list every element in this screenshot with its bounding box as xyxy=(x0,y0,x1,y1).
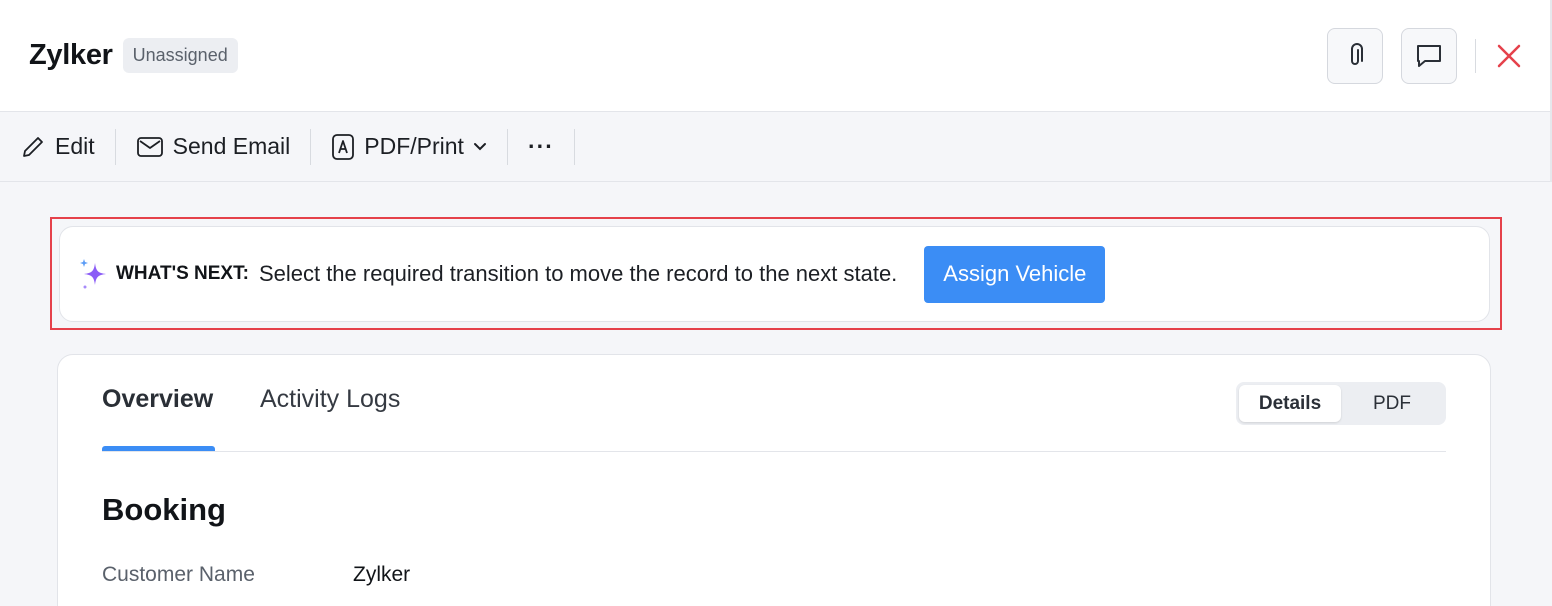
field-row: Customer Name Zylker xyxy=(102,563,410,587)
whats-next-message: Select the required transition to move t… xyxy=(258,261,898,286)
field-label: Customer Name xyxy=(102,563,255,586)
toolbar-separator xyxy=(114,128,116,165)
pdf-icon xyxy=(332,133,355,160)
sparkle-icon xyxy=(80,259,106,289)
comments-button[interactable] xyxy=(1401,27,1457,84)
pdf-print-label: PDF/Print xyxy=(364,133,464,159)
title-group: Zylker Unassigned xyxy=(29,38,238,73)
pdf-print-dropdown[interactable]: PDF/Print xyxy=(319,124,499,170)
comment-icon xyxy=(1417,44,1441,67)
tab-overview[interactable]: Overview xyxy=(102,385,213,414)
edit-label: Edit xyxy=(55,133,95,159)
pdf-toggle-button[interactable]: PDF xyxy=(1341,385,1443,422)
whats-next-banner: WHAT'S NEXT: Select the required transit… xyxy=(59,226,1490,322)
whats-next-label: WHAT'S NEXT: xyxy=(116,263,249,284)
toolbar-separator xyxy=(573,128,575,165)
section-title: Booking xyxy=(102,492,226,527)
toolbar-separator xyxy=(506,128,508,165)
header-actions xyxy=(1327,27,1524,84)
pencil-icon xyxy=(23,136,43,157)
record-title: Zylker xyxy=(29,39,113,71)
more-options-button[interactable]: ··· xyxy=(516,124,566,170)
header-divider xyxy=(1475,38,1476,73)
assign-vehicle-button[interactable]: Assign Vehicle xyxy=(924,245,1106,303)
send-email-label: Send Email xyxy=(172,133,291,159)
status-badge: Unassigned xyxy=(122,38,238,73)
more-icon: ··· xyxy=(527,133,554,159)
record-details-card: Overview Activity Logs Details PDF Booki… xyxy=(57,354,1491,606)
details-toggle-button[interactable]: Details xyxy=(1239,385,1341,422)
envelope-icon xyxy=(136,136,163,157)
close-button[interactable] xyxy=(1494,41,1524,71)
field-value: Zylker xyxy=(353,563,411,586)
tab-activity-logs[interactable]: Activity Logs xyxy=(260,385,400,414)
active-tab-indicator xyxy=(102,446,215,451)
content-area: WHAT'S NEXT: Select the required transit… xyxy=(0,182,1552,606)
chevron-down-icon xyxy=(473,142,486,150)
close-icon xyxy=(1497,44,1521,67)
send-email-button[interactable]: Send Email xyxy=(124,124,303,170)
paperclip-icon xyxy=(1351,42,1363,65)
attachment-button[interactable] xyxy=(1327,27,1383,84)
edit-button[interactable]: Edit xyxy=(8,124,107,170)
action-toolbar: Edit Send Email PDF/Print ··· xyxy=(0,112,1552,182)
tab-bar: Overview Activity Logs Details PDF xyxy=(102,355,1446,452)
view-toggle: Details PDF xyxy=(1236,382,1446,425)
toolbar-separator xyxy=(310,128,312,165)
record-header: Zylker Unassigned xyxy=(0,0,1552,112)
